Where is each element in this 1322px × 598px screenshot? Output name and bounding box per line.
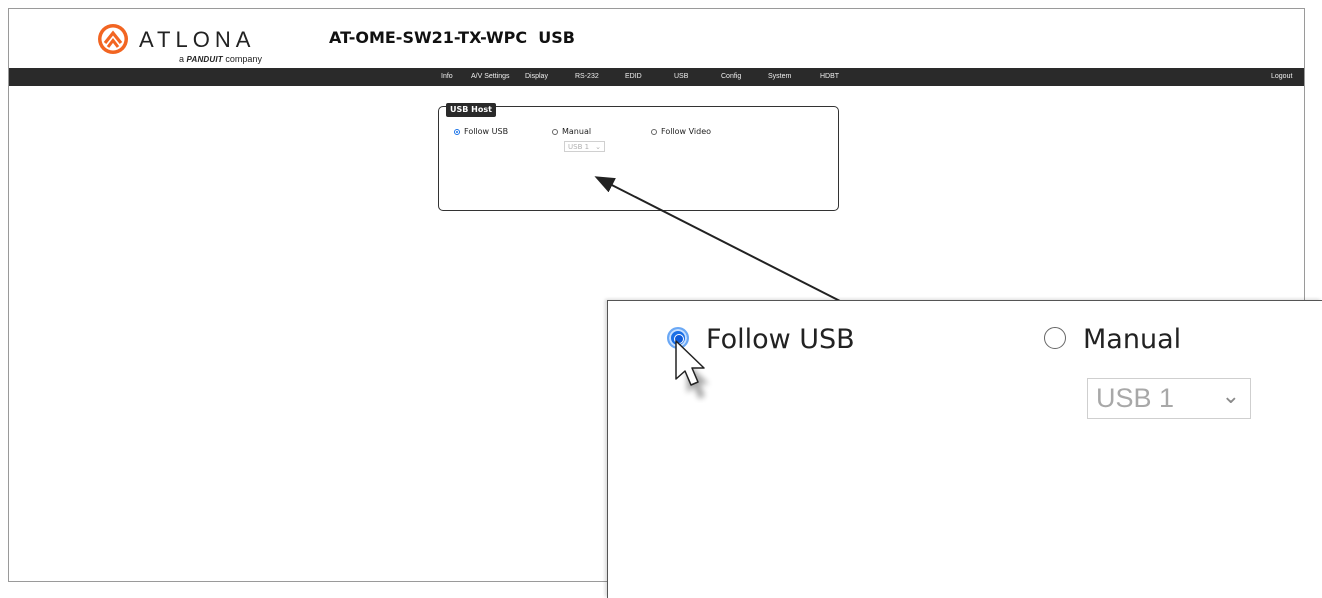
- zoom-manual-label[interactable]: Manual: [1083, 324, 1181, 355]
- nav-item-system[interactable]: System: [768, 68, 791, 86]
- radio-icon[interactable]: [1044, 327, 1066, 349]
- atlona-logo-icon: [98, 24, 128, 54]
- nav-item-config[interactable]: Config: [721, 68, 741, 86]
- logo-wordmark: ATLONA: [139, 27, 256, 52]
- usb-host-title: USB Host: [446, 103, 496, 117]
- device-title: AT-OME-SW21-TX-WPC USB: [329, 28, 575, 47]
- radio-icon[interactable]: [552, 129, 558, 135]
- radio-follow-video-label: Follow Video: [661, 127, 712, 136]
- nav-item-display[interactable]: Display: [525, 68, 548, 86]
- nav-item-edid[interactable]: EDID: [625, 68, 642, 86]
- radio-manual-label: Manual: [562, 127, 592, 136]
- manual-usb-select-value: USB 1: [568, 143, 590, 151]
- radio-icon[interactable]: [454, 129, 460, 135]
- radio-manual[interactable]: Manual: [552, 127, 591, 136]
- radio-follow-video[interactable]: Follow Video: [651, 127, 711, 136]
- nav-item-hdbt[interactable]: HDBT: [820, 68, 839, 86]
- radio-follow-usb-label: Follow USB: [464, 127, 509, 136]
- chevron-down-icon: ⌄: [1221, 383, 1240, 408]
- zoom-usb-select[interactable]: USB 1 ⌄: [1087, 378, 1251, 419]
- zoom-usb-select-value: USB 1: [1096, 383, 1175, 413]
- nav-item-rs232[interactable]: RS-232: [575, 68, 599, 86]
- radio-follow-usb[interactable]: Follow USB: [454, 127, 508, 136]
- radio-icon[interactable]: [651, 129, 657, 135]
- header: ATLONA a PANDUIT company AT-OME-SW21-TX-…: [9, 9, 1304, 68]
- nav-bar: Info A/V Settings Display RS-232 EDID US…: [9, 68, 1304, 86]
- nav-item-info[interactable]: Info: [441, 68, 453, 86]
- logout-link[interactable]: Logout: [1271, 68, 1292, 86]
- zoom-follow-usb-label[interactable]: Follow USB: [706, 324, 855, 355]
- nav-item-av-settings[interactable]: A/V Settings: [471, 68, 510, 86]
- nav-item-usb[interactable]: USB: [674, 68, 688, 86]
- chevron-down-icon: ⌄: [595, 143, 601, 151]
- atlona-logo: ATLONA a PANDUIT company: [97, 23, 267, 64]
- logo-tagline: a PANDUIT company: [179, 54, 262, 64]
- usb-host-panel: USB Host Follow USB Manual Follow Video …: [438, 103, 839, 211]
- zoom-inset: Follow USB Manual USB 1 ⌄: [607, 300, 1322, 598]
- mouse-pointer-icon: [675, 340, 709, 399]
- manual-usb-select[interactable]: USB 1 ⌄: [564, 141, 605, 152]
